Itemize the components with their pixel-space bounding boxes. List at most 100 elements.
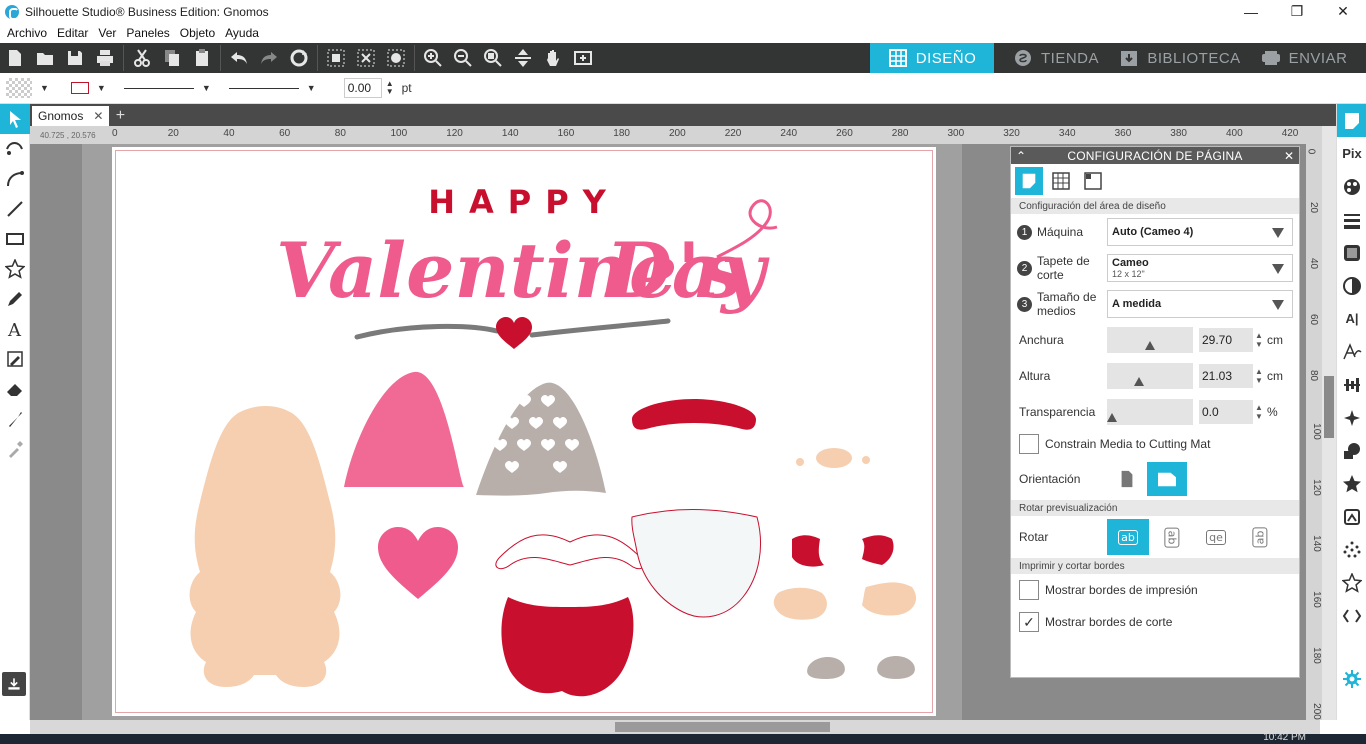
open-folder-icon[interactable] bbox=[30, 43, 60, 73]
height-input[interactable]: 21.03 bbox=[1199, 364, 1253, 388]
landscape-orientation-button[interactable] bbox=[1147, 462, 1187, 496]
fill-color-panel-icon[interactable] bbox=[1337, 170, 1366, 203]
pink-hat[interactable] bbox=[344, 371, 464, 487]
zoom-in-icon[interactable] bbox=[418, 43, 448, 73]
settings-gear-icon[interactable] bbox=[1337, 662, 1366, 695]
sketch-panel-icon[interactable] bbox=[1337, 533, 1366, 566]
red-mouth[interactable] bbox=[501, 597, 634, 697]
day-text[interactable]: Day bbox=[604, 226, 770, 315]
close-panel-icon[interactable]: ✕ bbox=[1284, 149, 1294, 163]
menu-ayuda[interactable]: Ayuda bbox=[220, 26, 264, 40]
text-style-panel-icon[interactable]: A| bbox=[1337, 302, 1366, 335]
tab-diseno[interactable]: DISEÑO bbox=[870, 43, 994, 73]
portrait-orientation-button[interactable] bbox=[1107, 462, 1147, 496]
tab-tienda[interactable]: TIENDA bbox=[994, 43, 1118, 73]
align-panel-icon[interactable] bbox=[1337, 368, 1366, 401]
print-icon[interactable] bbox=[90, 43, 120, 73]
transparency-input[interactable]: 0.0 bbox=[1199, 400, 1253, 424]
line-end-dropdown-icon[interactable]: ▼ bbox=[307, 83, 316, 93]
close-button[interactable]: ✕ bbox=[1320, 0, 1366, 23]
small-heart[interactable] bbox=[496, 317, 532, 349]
redraw-icon[interactable] bbox=[284, 43, 314, 73]
line-style-dropdown-icon[interactable]: ▼ bbox=[202, 83, 211, 93]
tab-enviar[interactable]: ENVIAR bbox=[1242, 43, 1366, 73]
point-edit-tool-icon[interactable] bbox=[0, 134, 30, 164]
line-tool-icon[interactable] bbox=[0, 194, 30, 224]
underline-left[interactable] bbox=[354, 323, 500, 340]
knife-edit-tool-icon[interactable] bbox=[0, 344, 30, 374]
horizontal-scroll-thumb[interactable] bbox=[615, 722, 830, 732]
mustache-outline[interactable] bbox=[495, 534, 645, 570]
width-slider[interactable] bbox=[1107, 327, 1193, 353]
close-tab-icon[interactable]: ✕ bbox=[93, 109, 103, 123]
menu-objeto[interactable]: Objeto bbox=[175, 26, 220, 40]
line-width-input[interactable]: 0.00 bbox=[343, 78, 382, 98]
text-to-path-panel-icon[interactable] bbox=[1337, 335, 1366, 368]
width-slider-thumb[interactable] bbox=[1145, 341, 1155, 350]
hand-right[interactable] bbox=[862, 582, 917, 616]
nesting-panel-icon[interactable] bbox=[1337, 599, 1366, 632]
hand-left[interactable] bbox=[773, 587, 827, 620]
minimize-button[interactable]: — bbox=[1228, 0, 1274, 23]
new-file-icon[interactable] bbox=[0, 43, 30, 73]
pan-hand-icon[interactable] bbox=[538, 43, 568, 73]
transparency-slider-thumb[interactable] bbox=[1107, 413, 1117, 422]
trace-panel-icon[interactable] bbox=[1337, 500, 1366, 533]
machine-dropdown[interactable]: Auto (Cameo 4) bbox=[1107, 218, 1293, 246]
foot-right[interactable] bbox=[877, 656, 915, 679]
tab-biblioteca[interactable]: BIBLIOTECA bbox=[1118, 43, 1242, 73]
horizontal-scrollbar[interactable] bbox=[30, 720, 1320, 734]
vertical-scrollbar[interactable] bbox=[1322, 126, 1336, 720]
nose-dot-right[interactable] bbox=[862, 456, 870, 464]
modify-panel-icon[interactable] bbox=[1337, 434, 1366, 467]
transparency-panel-icon[interactable] bbox=[1337, 269, 1366, 302]
curve-tool-icon[interactable] bbox=[0, 164, 30, 194]
paste-icon[interactable] bbox=[187, 43, 217, 73]
menu-ver[interactable]: Ver bbox=[93, 26, 121, 40]
fill-color-swatch[interactable] bbox=[6, 78, 32, 98]
transparency-stepper[interactable]: ▲ ▼ bbox=[1255, 403, 1263, 421]
mat-dropdown[interactable]: Cameo 12 x 12" bbox=[1107, 254, 1293, 282]
maximize-button[interactable]: ❐ bbox=[1274, 0, 1320, 23]
eraser-tool-icon[interactable] bbox=[0, 374, 30, 404]
zoom-selection-icon[interactable] bbox=[478, 43, 508, 73]
redo-icon[interactable] bbox=[254, 43, 284, 73]
menu-archivo[interactable]: Archivo bbox=[2, 26, 52, 40]
document-tab-gnomos[interactable]: Gnomos ✕ bbox=[32, 106, 110, 126]
add-tab-button[interactable]: + bbox=[109, 106, 131, 126]
line-color-swatch[interactable] bbox=[70, 82, 89, 94]
line-end-selector[interactable] bbox=[228, 87, 299, 89]
underline-right[interactable] bbox=[529, 318, 671, 338]
offset-panel-icon[interactable] bbox=[1337, 467, 1366, 500]
red-cheek-right[interactable] bbox=[862, 535, 894, 565]
nose-dot-left[interactable] bbox=[796, 458, 804, 466]
gnome-beard[interactable] bbox=[631, 509, 762, 618]
menu-paneles[interactable]: Paneles bbox=[121, 26, 174, 40]
line-width-stepper[interactable]: ▲ ▼ bbox=[386, 80, 394, 96]
page-settings-tab-icon[interactable] bbox=[1015, 167, 1043, 195]
grid-settings-tab-icon[interactable] bbox=[1047, 167, 1075, 195]
gray-hat[interactable] bbox=[476, 382, 606, 496]
fit-to-page-icon[interactable] bbox=[508, 43, 538, 73]
cut-icon[interactable] bbox=[127, 43, 157, 73]
fill-dropdown-icon[interactable]: ▼ bbox=[40, 83, 49, 93]
foot-left[interactable] bbox=[807, 656, 845, 679]
design-page[interactable]: HAPPY Valentine's Day bbox=[112, 147, 936, 716]
pixscan-panel-icon[interactable]: Pix bbox=[1337, 137, 1366, 170]
rotate-90-button[interactable]: ab bbox=[1151, 519, 1193, 555]
happy-text[interactable]: HAPPY bbox=[428, 183, 620, 221]
menu-editar[interactable]: Editar bbox=[52, 26, 93, 40]
rhinestone-panel-icon[interactable] bbox=[1337, 566, 1366, 599]
gnome-nose[interactable] bbox=[816, 448, 852, 468]
pencil-tool-icon[interactable] bbox=[0, 284, 30, 314]
zoom-out-icon[interactable] bbox=[448, 43, 478, 73]
height-stepper[interactable]: ▲ ▼ bbox=[1255, 367, 1263, 385]
star-tool-icon[interactable] bbox=[0, 254, 30, 284]
height-slider[interactable] bbox=[1107, 363, 1193, 389]
page-setup-panel-icon[interactable] bbox=[1337, 104, 1366, 137]
compound-path-icon[interactable] bbox=[381, 43, 411, 73]
red-cheek-left[interactable] bbox=[792, 535, 824, 567]
transparency-slider[interactable] bbox=[1107, 399, 1193, 425]
media-dropdown[interactable]: A medida bbox=[1107, 290, 1293, 318]
select-tool-icon[interactable] bbox=[0, 104, 30, 134]
